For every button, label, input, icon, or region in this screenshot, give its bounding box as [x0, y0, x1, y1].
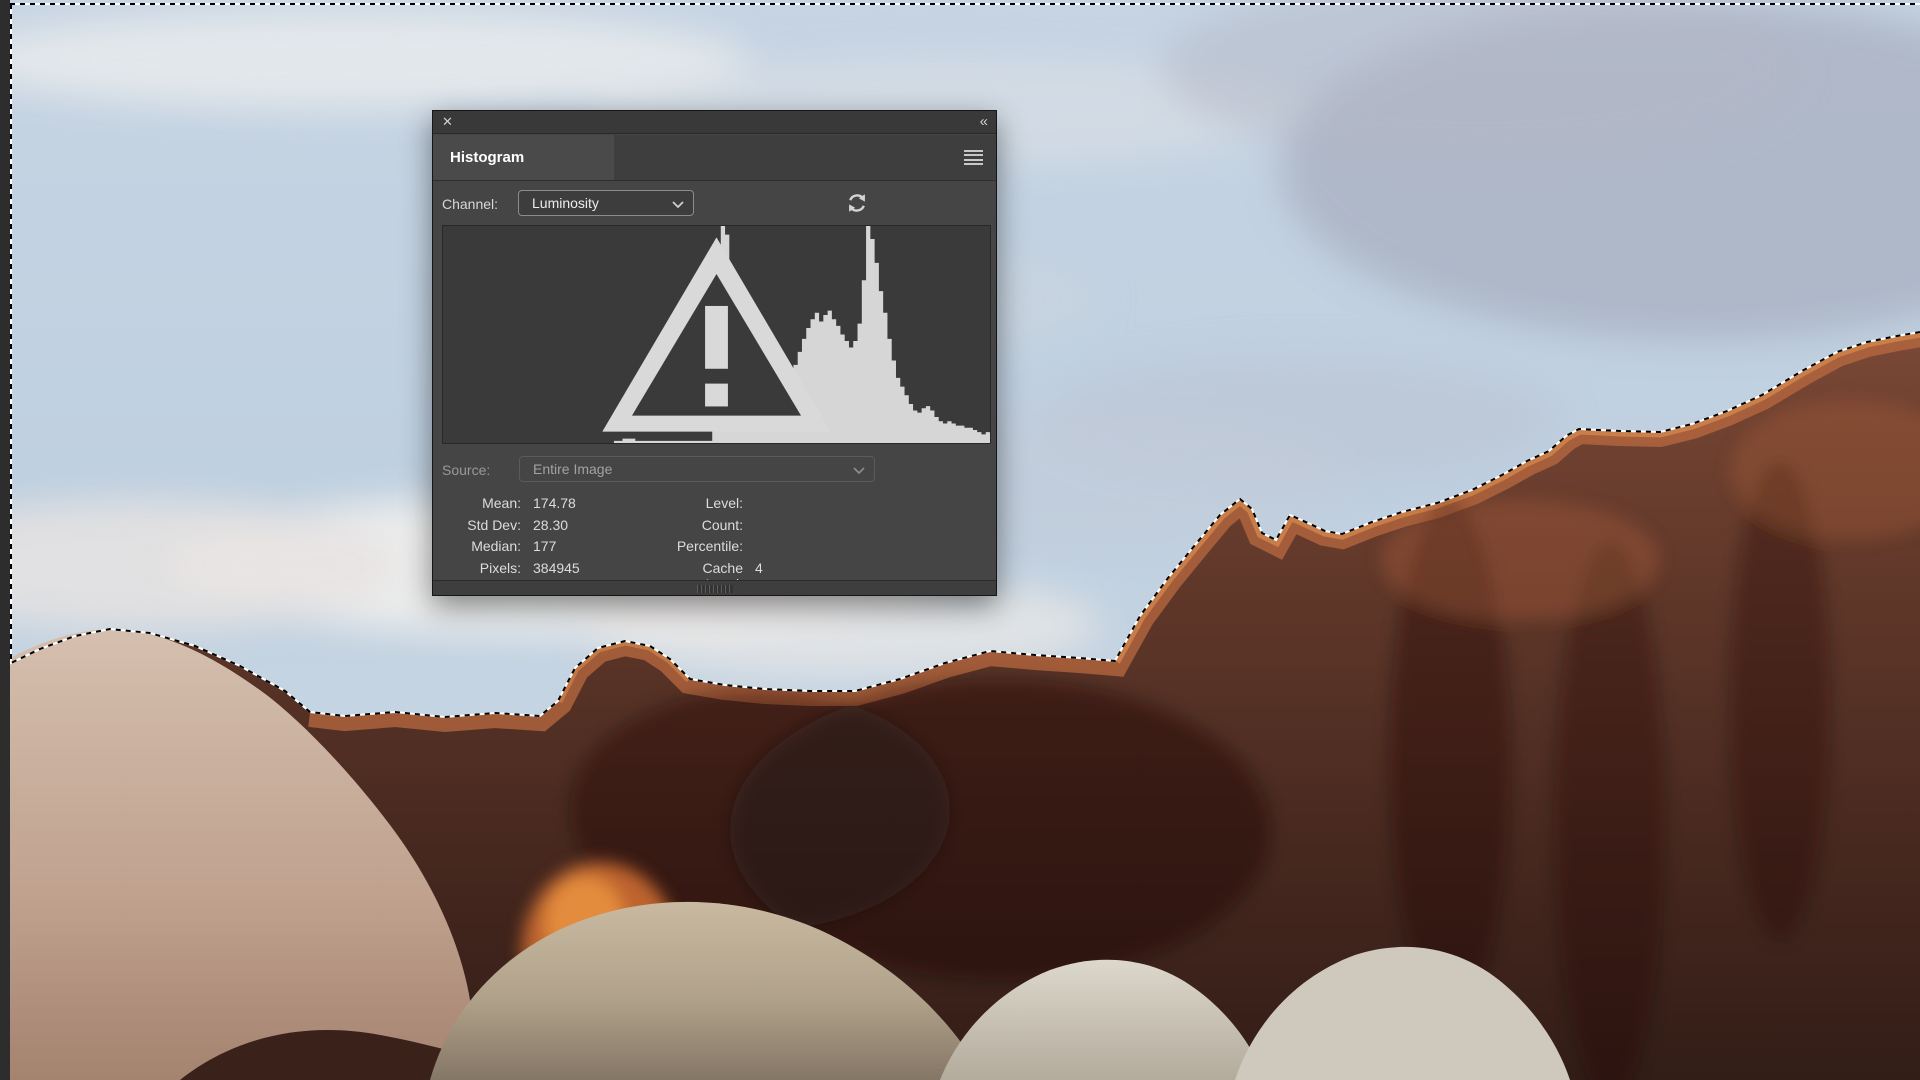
- channel-value: Luminosity: [532, 195, 599, 211]
- photoshop-workspace: ✕ « Histogram Channel: Luminosity: [0, 0, 1920, 1080]
- source-select[interactable]: Entire Image: [519, 456, 875, 482]
- source-value: Entire Image: [533, 461, 612, 477]
- chevron-down-icon: [853, 467, 865, 475]
- stat-value: 4: [743, 560, 883, 582]
- refresh-icon[interactable]: [844, 190, 870, 216]
- source-label: Source:: [442, 462, 490, 478]
- stat-value: 174.78: [521, 495, 663, 517]
- panel-titlebar[interactable]: ✕ «: [433, 111, 996, 134]
- stat-label: Cache Level:: [663, 560, 743, 582]
- channel-label: Channel:: [442, 196, 498, 212]
- stat-label: Count:: [663, 517, 743, 539]
- pasteboard-edge: [0, 0, 10, 1080]
- stat-label: Std Dev:: [433, 517, 521, 539]
- stat-label: Mean:: [433, 495, 521, 517]
- stat-label: Level:: [663, 495, 743, 517]
- stat-value: 177: [521, 538, 663, 560]
- stat-value: [743, 495, 883, 517]
- tab-histogram[interactable]: Histogram: [433, 135, 614, 180]
- panel-resize-grip[interactable]: [697, 585, 733, 593]
- chevron-down-icon: [672, 201, 684, 209]
- panel-bottom-bar: [433, 580, 996, 595]
- collapse-panel-icon[interactable]: «: [980, 113, 987, 130]
- panel-menu-icon[interactable]: [964, 150, 983, 165]
- stat-value: [743, 538, 883, 560]
- stat-value: 384945: [521, 560, 663, 582]
- histogram-graph[interactable]: [442, 225, 991, 444]
- cached-data-warning-icon[interactable]: [443, 226, 990, 443]
- stat-label: Median:: [433, 538, 521, 560]
- stat-value: [743, 517, 883, 539]
- stat-label: Pixels:: [433, 560, 521, 582]
- channel-select[interactable]: Luminosity: [518, 190, 694, 216]
- stat-label: Percentile:: [663, 538, 743, 560]
- statistics-block: Mean: 174.78 Level: Std Dev: 28.30 Count…: [433, 495, 883, 581]
- close-icon[interactable]: ✕: [442, 114, 453, 130]
- histogram-panel: ✕ « Histogram Channel: Luminosity: [432, 110, 997, 596]
- stat-value: 28.30: [521, 517, 663, 539]
- panel-tab-row: Histogram: [433, 135, 996, 181]
